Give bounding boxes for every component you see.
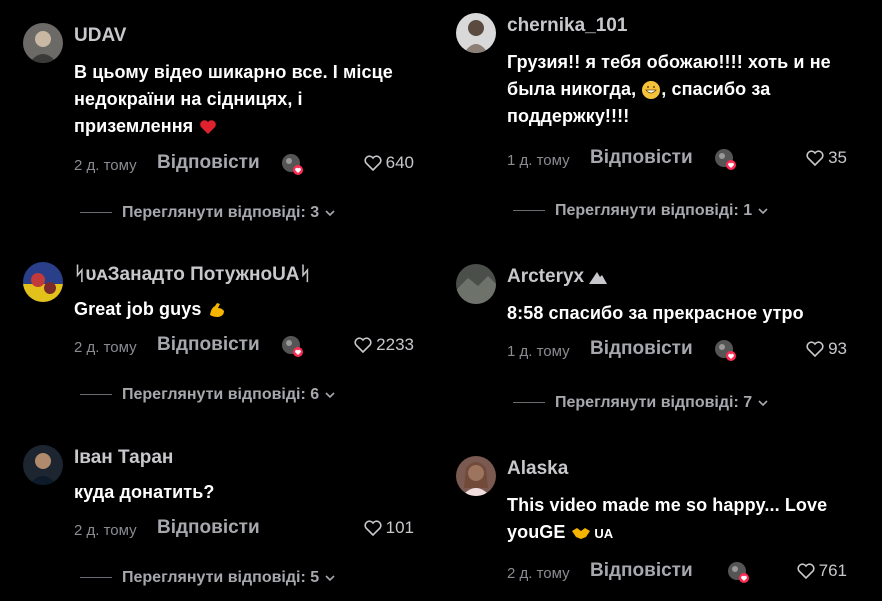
comment-meta: 1 д. тому Відповісти 93 [507, 338, 847, 362]
heart-outline-icon [797, 563, 815, 579]
reply-button[interactable]: Відповісти [157, 334, 260, 356]
view-replies-label: Переглянути відповіді: 5 [122, 569, 320, 586]
reply-button[interactable]: Відповісти [590, 560, 693, 582]
like-count: 101 [385, 518, 414, 537]
comment-text: Great job guys [74, 296, 434, 323]
handshake-icon [571, 528, 590, 540]
thread-divider [513, 402, 545, 404]
chevron-down-icon [758, 208, 768, 214]
comment-text-part: UA [590, 526, 614, 541]
view-replies-button[interactable]: Переглянути відповіді: 7 [513, 394, 768, 416]
view-replies-button[interactable]: Переглянути відповіді: 1 [513, 202, 768, 224]
view-replies-button[interactable]: Переглянути відповіді: 6 [80, 386, 335, 408]
timestamp: 1 д. тому [507, 152, 570, 169]
creator-liked-icon [280, 334, 304, 358]
timestamp: 2 д. тому [507, 565, 570, 582]
creator-liked-icon [713, 147, 737, 171]
like-button[interactable]: 761 [797, 561, 847, 581]
heart-outline-icon [364, 155, 382, 171]
avatar[interactable] [456, 13, 496, 53]
thread-divider [80, 577, 112, 579]
reply-button[interactable]: Відповісти [157, 152, 260, 174]
avatar[interactable] [23, 23, 63, 63]
username[interactable]: ᛋᴜᴀЗанадто ПотужноUAᛋ [74, 264, 311, 286]
like-count: 93 [828, 339, 847, 358]
view-replies-button[interactable]: Переглянути відповіді: 3 [80, 204, 335, 226]
username[interactable]: Alaska [507, 458, 568, 480]
comment-text: This video made me so happy... Love youG… [507, 492, 882, 547]
creator-liked-icon [726, 560, 750, 584]
comment: Arcteryx 8:58 спасибо за прекрасное утро… [456, 264, 876, 414]
timestamp: 2 д. тому [74, 157, 137, 174]
thread-divider [80, 212, 112, 214]
view-replies-label: Переглянути відповіді: 6 [122, 386, 320, 403]
comment-text: В цьому відео шикарно все. І місце недок… [74, 59, 434, 140]
like-button[interactable]: 2233 [354, 335, 414, 355]
comment-text: Грузия!! я тебя обожаю!!!! хоть и не был… [507, 49, 867, 130]
comment: Alaska This video made me so happy... Lo… [456, 456, 876, 596]
avatar[interactable] [456, 264, 496, 304]
comment: Іван Таран куда донатить? 2 д. тому Відп… [23, 445, 443, 595]
username[interactable]: chernika_101 [507, 15, 627, 37]
like-button[interactable]: 640 [364, 153, 414, 173]
comment-meta: 2 д. тому Відповісти 761 [507, 560, 847, 584]
comment-text: 8:58 спасибо за прекрасное утро [507, 303, 804, 323]
heart-outline-icon [806, 150, 824, 166]
like-button[interactable]: 35 [806, 148, 847, 168]
view-replies-label: Переглянути відповіді: 1 [555, 202, 753, 219]
timestamp: 1 д. тому [507, 343, 570, 360]
like-count: 761 [818, 561, 847, 580]
flexed-biceps-icon [209, 303, 224, 318]
comment: chernika_101 Грузия!! я тебя обожаю!!!! … [456, 13, 876, 223]
chevron-down-icon [325, 210, 335, 216]
mountain-icon [589, 271, 608, 284]
avatar[interactable] [23, 445, 63, 485]
thread-divider [513, 210, 545, 212]
avatar[interactable] [456, 456, 496, 496]
comment-meta: 2 д. тому Відповісти 2233 [74, 334, 414, 358]
like-count: 35 [828, 148, 847, 167]
like-count: 640 [385, 153, 414, 172]
username[interactable]: Arcteryx [507, 266, 608, 288]
heart-outline-icon [364, 520, 382, 536]
view-replies-label: Переглянути відповіді: 3 [122, 204, 320, 221]
comment-meta: 2 д. тому Відповісти 640 [74, 152, 414, 176]
chevron-down-icon [325, 575, 335, 581]
username-text: Arcteryx [507, 266, 585, 287]
comment-text-content: Great job guys [74, 299, 202, 319]
thread-divider [80, 394, 112, 396]
heart-outline-icon [806, 341, 824, 357]
comment: UDAV В цьому відео шикарно все. І місце … [23, 23, 443, 223]
creator-liked-icon [713, 338, 737, 362]
reply-button[interactable]: Відповісти [590, 338, 693, 360]
comment-text-part: This video made me so happy... Love youG… [507, 495, 828, 542]
like-button[interactable]: 101 [364, 518, 414, 538]
heart-outline-icon [354, 337, 372, 353]
chevron-down-icon [325, 392, 335, 398]
comment-text-content: В цьому відео шикарно все. І місце недок… [74, 62, 393, 136]
reply-button[interactable]: Відповісти [590, 147, 693, 169]
comment-text: куда донатить? [74, 482, 215, 502]
reply-button[interactable]: Відповісти [157, 517, 260, 539]
like-count: 2233 [376, 335, 414, 354]
comment-meta: 1 д. тому Відповісти 35 [507, 147, 847, 171]
username[interactable]: Іван Таран [74, 447, 173, 469]
timestamp: 2 д. тому [74, 339, 137, 356]
view-replies-button[interactable]: Переглянути відповіді: 5 [80, 569, 335, 591]
view-replies-label: Переглянути відповіді: 7 [555, 394, 753, 411]
comment: ᛋᴜᴀЗанадто ПотужноUAᛋ Great job guys 2 д… [23, 262, 443, 412]
timestamp: 2 д. тому [74, 522, 137, 539]
comment-meta: 2 д. тому Відповісти 101 [74, 517, 414, 541]
username[interactable]: UDAV [74, 25, 126, 47]
avatar[interactable] [23, 262, 63, 302]
red-heart-icon [200, 120, 217, 135]
like-button[interactable]: 93 [806, 339, 847, 359]
creator-liked-icon [280, 152, 304, 176]
chevron-down-icon [758, 400, 768, 406]
grinning-face-icon [642, 81, 661, 100]
